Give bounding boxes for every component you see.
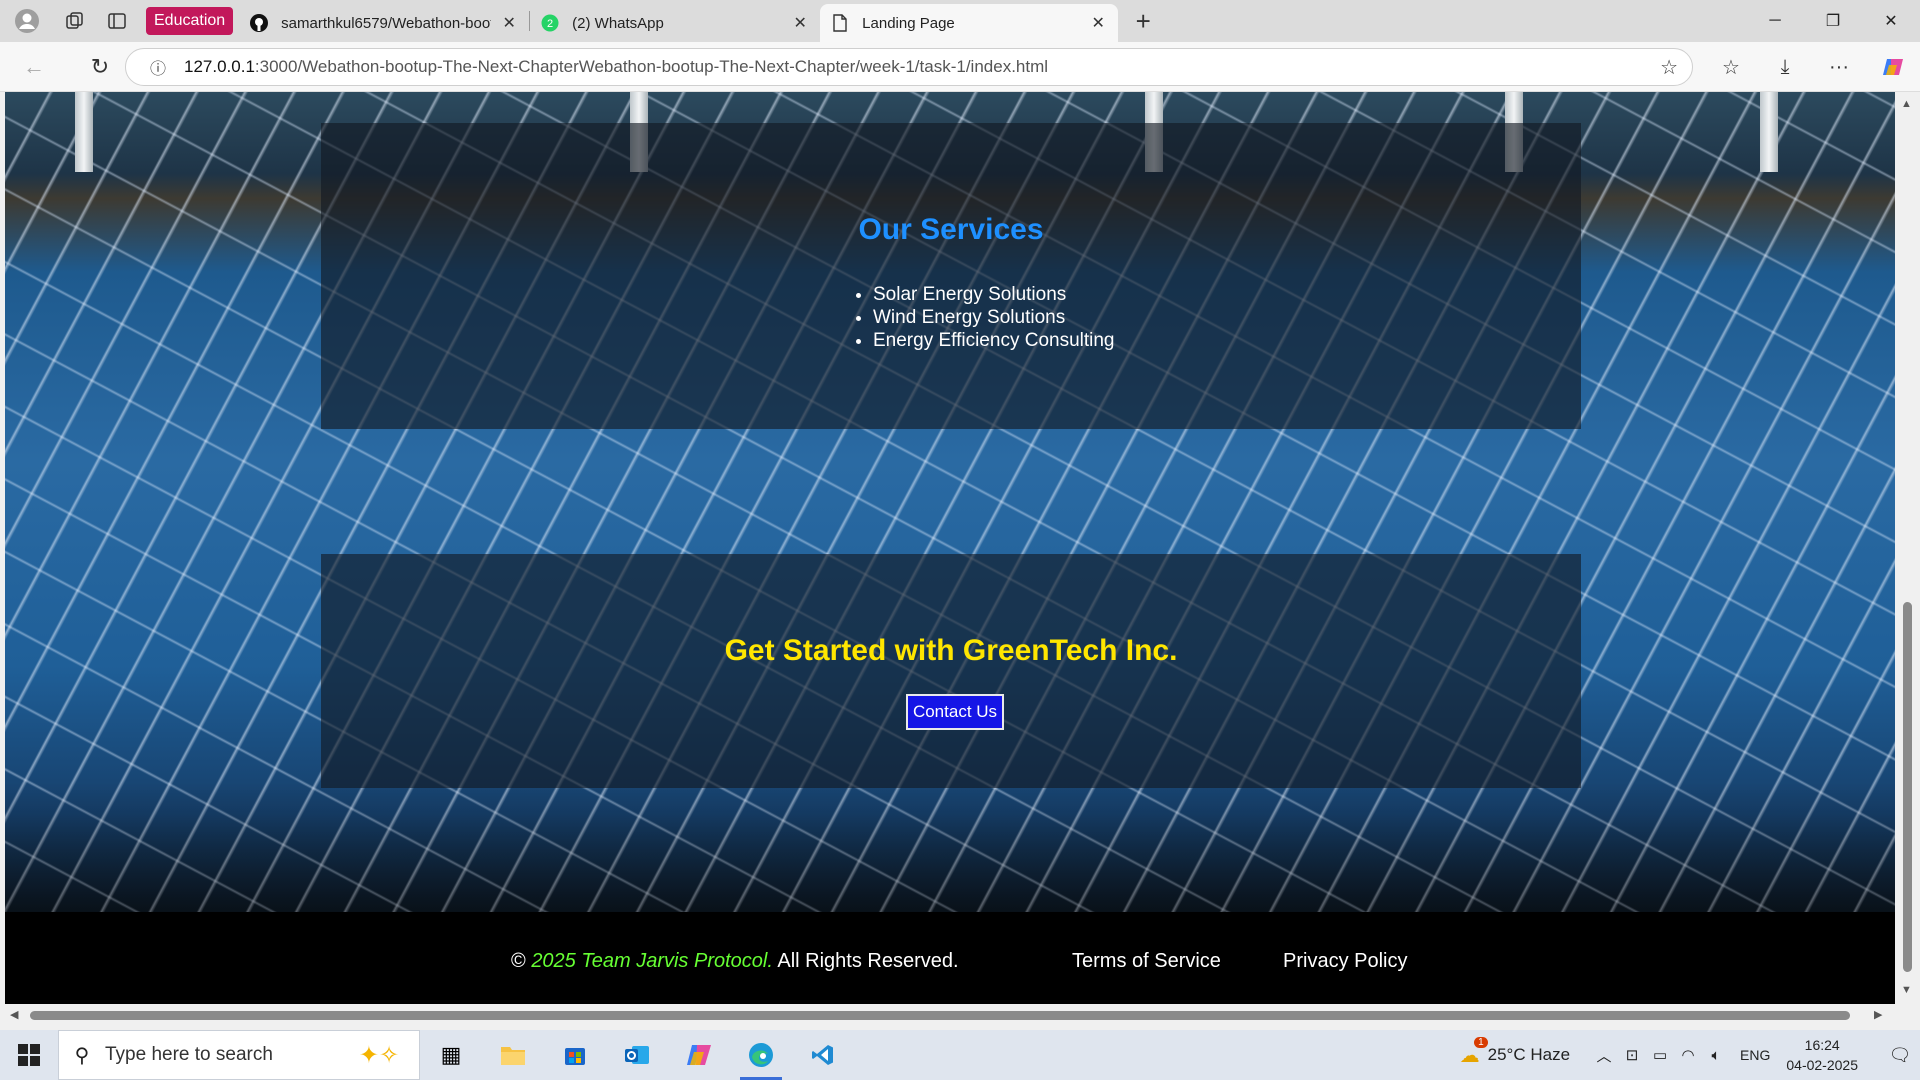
tab-landing-page[interactable]: Landing Page ✕	[820, 4, 1119, 42]
get-started-title: Get Started with GreenTech Inc.	[724, 634, 1178, 667]
url-field[interactable]: ⓘ 127.0.0.1:3000/Webathon-bootup-The-Nex…	[125, 48, 1693, 86]
system-tray: ☁ 1 25°C Haze ︿ ⊡ ▭ ◠ 🔈︎ ENG 16:24 04-02-…	[1460, 1030, 1920, 1080]
tab-title: samarthkul6579/Webathon-bootup-The-Next-…	[281, 14, 491, 32]
scroll-right-icon[interactable]: ▶	[1874, 1008, 1882, 1021]
services-title: Our Services	[858, 213, 1044, 246]
scroll-up-icon[interactable]: ▲	[1901, 98, 1912, 110]
windows-taskbar: ⚲ Type here to search ✦✧ ▦ ☁ 1 25°C Haze …	[0, 1030, 1920, 1080]
close-tab-icon[interactable]: ✕	[790, 13, 810, 33]
clock[interactable]: 16:24 04-02-2025	[1786, 1035, 1858, 1075]
edge-browser-icon[interactable]	[730, 1030, 792, 1080]
service-item: Energy Efficiency Consulting	[873, 329, 1115, 352]
github-icon	[249, 13, 269, 33]
tab-whatsapp[interactable]: 2 (2) WhatsApp ✕	[530, 4, 820, 42]
sparkle-icon: ✦✧	[358, 1041, 400, 1069]
copilot-icon[interactable]	[1866, 47, 1920, 87]
footer-copyright: © 2025 Team Jarvis Protocol. All Rights …	[511, 950, 959, 972]
reload-icon[interactable]: ↻	[78, 47, 122, 87]
back-icon[interactable]: ←	[12, 47, 56, 87]
search-icon: ⚲	[74, 1044, 90, 1067]
tab-group-education[interactable]: Education	[146, 7, 234, 35]
downloads-icon[interactable]: ⤓	[1758, 47, 1812, 87]
horizontal-scrollbar[interactable]: ◀ ▶	[0, 1004, 1895, 1026]
tab-title: (2) WhatsApp	[572, 14, 664, 32]
file-explorer-icon[interactable]	[482, 1030, 544, 1080]
windows-start-icon[interactable]	[0, 1030, 58, 1080]
service-item: Solar Energy Solutions	[873, 283, 1115, 306]
vertical-scroll-thumb[interactable]	[1903, 602, 1912, 972]
horizontal-scroll-thumb[interactable]	[30, 1011, 1850, 1020]
weather-icon: ☁ 1	[1460, 1036, 1488, 1068]
more-options-icon[interactable]: ···	[1812, 47, 1866, 87]
volume-icon[interactable]: 🔈︎	[1702, 1047, 1730, 1064]
workspaces-icon[interactable]	[54, 0, 96, 42]
whatsapp-icon: 2	[540, 13, 560, 33]
page-icon	[830, 13, 850, 33]
meet-now-icon[interactable]: ⊡	[1618, 1046, 1646, 1064]
outlook-icon[interactable]	[606, 1030, 668, 1080]
close-window-icon[interactable]: ✕	[1862, 0, 1920, 42]
footer: © 2025 Team Jarvis Protocol. All Rights …	[5, 912, 1895, 1004]
scroll-down-icon[interactable]: ▼	[1901, 984, 1912, 996]
close-tab-icon[interactable]: ✕	[1088, 13, 1108, 33]
browser-viewport: Our Services Solar Energy Solutions Wind…	[0, 92, 1920, 1030]
show-hidden-icons-icon[interactable]: ︿	[1590, 1045, 1618, 1066]
clock-time: 16:24	[1804, 1037, 1840, 1053]
vertical-scrollbar[interactable]: ▲ ▼	[1895, 92, 1920, 1004]
taskbar-search-input[interactable]: ⚲ Type here to search ✦✧	[58, 1030, 420, 1080]
svg-text:2: 2	[547, 18, 553, 30]
profile-icon[interactable]	[0, 0, 54, 42]
battery-icon[interactable]: ▭	[1646, 1046, 1674, 1064]
tab-title: Landing Page	[862, 14, 955, 32]
weather-widget[interactable]: ☁ 1 25°C Haze	[1460, 1036, 1571, 1068]
search-placeholder: Type here to search	[105, 1044, 273, 1065]
address-bar-row: ← ↻ ⓘ 127.0.0.1:3000/Webathon-bootup-The…	[0, 42, 1920, 92]
favorite-star-icon[interactable]: ☆	[1660, 55, 1678, 80]
privacy-policy-link[interactable]: Privacy Policy	[1283, 950, 1407, 973]
microsoft-store-icon[interactable]	[544, 1030, 606, 1080]
vscode-icon[interactable]	[792, 1030, 854, 1080]
scroll-left-icon[interactable]: ◀	[10, 1008, 18, 1021]
tab-github[interactable]: samarthkul6579/Webathon-bootup-The-Next-…	[239, 4, 529, 42]
vertical-tabs-icon[interactable]	[96, 0, 138, 42]
task-view-icon[interactable]: ▦	[420, 1030, 482, 1080]
new-tab-icon[interactable]: +	[1118, 0, 1168, 42]
close-tab-icon[interactable]: ✕	[499, 13, 519, 33]
turbine-tower	[75, 92, 93, 172]
footer-brand: 2025 Team Jarvis Protocol.	[531, 950, 773, 972]
language-indicator[interactable]: ENG	[1740, 1047, 1770, 1063]
services-section: Our Services Solar Energy Solutions Wind…	[321, 123, 1581, 429]
landing-page: Our Services Solar Energy Solutions Wind…	[5, 92, 1895, 1004]
site-info-icon[interactable]: ⓘ	[138, 55, 178, 79]
solar-panels-background: Our Services Solar Energy Solutions Wind…	[5, 92, 1895, 912]
clock-date: 04-02-2025	[1786, 1057, 1858, 1073]
notifications-icon[interactable]: 🗨︎	[1880, 1045, 1920, 1066]
browser-toolbar: ☆ ⤓ ···	[1704, 42, 1920, 92]
browser-tab-bar: Education samarthkul6579/Webathon-bootup…	[0, 0, 1920, 42]
service-item: Wind Energy Solutions	[873, 306, 1115, 329]
weather-text: 25°C Haze	[1487, 1045, 1571, 1064]
favorites-icon[interactable]: ☆	[1704, 47, 1758, 87]
window-controls: ─ ❐ ✕	[1746, 0, 1920, 42]
wifi-icon[interactable]: ◠	[1674, 1046, 1702, 1064]
background-shadow	[5, 782, 1895, 912]
services-list: Solar Energy Solutions Wind Energy Solut…	[851, 283, 1115, 352]
restore-icon[interactable]: ❐	[1804, 0, 1862, 42]
copilot-app-icon[interactable]	[668, 1030, 730, 1080]
url-text: 127.0.0.1:3000/Webathon-bootup-The-Next-…	[184, 57, 1049, 76]
turbine-tower	[1760, 92, 1778, 172]
terms-of-service-link[interactable]: Terms of Service	[1072, 950, 1221, 973]
contact-us-button[interactable]: Contact Us	[906, 694, 1004, 730]
minimize-icon[interactable]: ─	[1746, 0, 1804, 42]
get-started-section: Get Started with GreenTech Inc. Contact …	[321, 554, 1581, 788]
